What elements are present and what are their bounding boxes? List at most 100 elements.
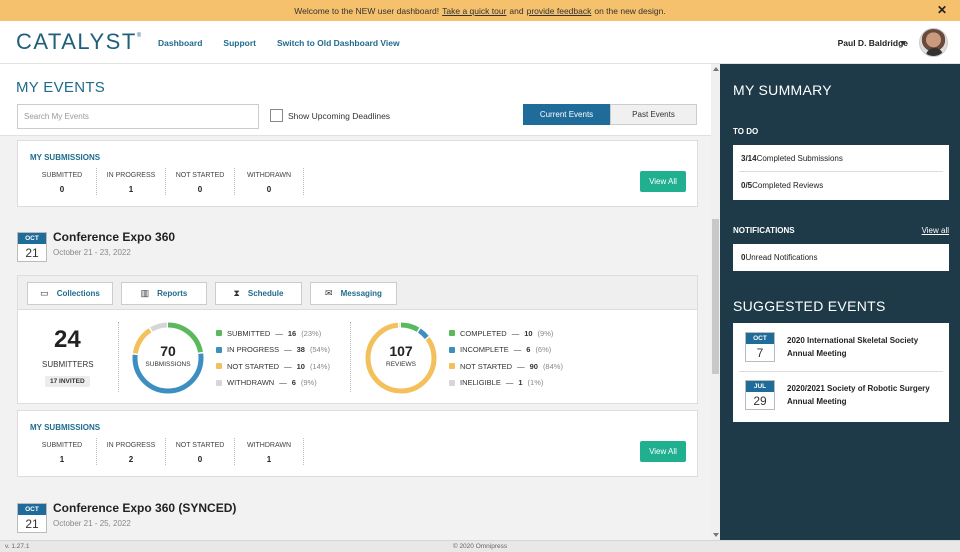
date-badge: OCT 21 xyxy=(17,503,47,533)
summary-sidebar: MY SUMMARY TO DO 3/14 Completed Submissi… xyxy=(720,64,960,540)
date-badge: OCT 21 xyxy=(17,232,47,262)
legend-item: WITHDRAWN —6 (9%) xyxy=(216,375,330,392)
scroll-up-icon[interactable] xyxy=(713,67,719,71)
tab-past-events[interactable]: Past Events xyxy=(610,104,697,125)
stat-in-progress: IN PROGRESS 1 xyxy=(97,168,166,195)
legend-swatch xyxy=(449,379,455,386)
submissions-stats: SUBMITTED 0 IN PROGRESS 1 NOT STARTED 0 WIT… xyxy=(28,168,304,195)
search-input[interactable] xyxy=(17,104,259,129)
summary-title: MY SUMMARY xyxy=(733,82,832,98)
suggested-event-title[interactable]: 2020/2021 Society of Robotic Surgery Ann… xyxy=(787,383,937,410)
view-all-button[interactable]: View All xyxy=(640,171,686,192)
upcoming-deadlines-toggle[interactable]: Show Upcoming Deadlines xyxy=(270,109,390,122)
nav-old-dashboard[interactable]: Switch to Old Dashboard View xyxy=(277,38,400,48)
legend-swatch xyxy=(216,363,222,370)
invited-badge: 17 INVITED xyxy=(45,376,90,387)
hourglass-icon: ⧗ xyxy=(233,288,240,298)
legend-item: NOT STARTED —10 (14%) xyxy=(216,358,330,375)
scrollbar[interactable] xyxy=(711,64,720,540)
envelope-icon: ✉ xyxy=(325,288,333,298)
avatar[interactable] xyxy=(919,28,948,57)
stat-submitted: SUBMITTED 1 xyxy=(28,438,97,465)
legend-swatch xyxy=(216,346,222,353)
date-badge: OCT 7 xyxy=(745,332,775,362)
copyright: © 2020 Omnipress xyxy=(452,543,508,550)
user-name[interactable]: Paul D. Baldridge xyxy=(838,38,908,48)
submissions-legend: SUBMITTED —16 (23%) IN PROGRESS —38 (54%) NO… xyxy=(216,325,330,391)
event-dates: October 21 - 25, 2022 xyxy=(53,519,131,528)
event-actions-bar: ▭ Collections ▥ Reports ⧗ Schedule ✉ Messagi… xyxy=(17,275,698,310)
notifications-box: 0 Unread Notifications xyxy=(733,244,949,271)
suggested-events-box: OCT 7 2020 International Skeletal Society… xyxy=(733,323,949,422)
legend-item: IN PROGRESS —38 (54%) xyxy=(216,342,330,359)
stat-in-progress: IN PROGRESS 2 xyxy=(97,438,166,465)
catalyst-logo[interactable]: CATALYST® xyxy=(16,29,143,55)
suggested-event-title[interactable]: 2020 International Skeletal Society Annu… xyxy=(787,335,937,362)
submissions-card: MY SUBMISSIONS SUBMITTED 0 IN PROGRESS 1 N… xyxy=(17,140,698,207)
announcement-banner: Welcome to the NEW user dashboard! Take … xyxy=(0,0,960,21)
collections-button[interactable]: ▭ Collections xyxy=(27,282,113,305)
event-header[interactable]: OCT 21 Conference Expo 360 (SYNCED) Octo… xyxy=(17,501,236,533)
quick-tour-link[interactable]: Take a quick tour xyxy=(442,6,506,16)
scroll-thumb[interactable] xyxy=(712,219,719,374)
nav-support[interactable]: Support xyxy=(223,38,256,48)
provide-feedback-link[interactable]: provide feedback xyxy=(527,6,592,16)
divider xyxy=(118,322,119,392)
submissions-title: MY SUBMISSIONS xyxy=(30,423,101,432)
schedule-button[interactable]: ⧗ Schedule xyxy=(215,282,302,305)
notification-item[interactable]: 0 Unread Notifications xyxy=(739,244,943,271)
submissions-donut-label: SUBMISSIONS xyxy=(145,361,191,368)
legend-item: SUBMITTED —16 (23%) xyxy=(216,325,330,342)
page-title: MY EVENTS xyxy=(16,79,106,96)
folder-icon: ▭ xyxy=(40,288,49,298)
submissions-card: MY SUBMISSIONS SUBMITTED 1 IN PROGRESS 2 N… xyxy=(17,410,698,477)
chevron-down-icon[interactable] xyxy=(900,41,906,45)
scroll-down-icon[interactable] xyxy=(713,533,719,537)
todo-title: TO DO xyxy=(733,127,759,136)
legend-swatch xyxy=(216,379,222,386)
legend-swatch xyxy=(449,363,455,370)
todo-item[interactable]: 3/14 Completed Submissions xyxy=(739,145,943,172)
suggested-event[interactable]: JUL 29 2020/2021 Society of Robotic Surge… xyxy=(745,380,937,410)
deadlines-label: Show Upcoming Deadlines xyxy=(288,110,391,121)
divider xyxy=(739,371,943,372)
reviews-donut-label: REVIEWS xyxy=(386,361,416,368)
submissions-stats: SUBMITTED 1 IN PROGRESS 2 NOT STARTED 0 WIT… xyxy=(28,438,304,465)
reviews-legend: COMPLETED —10 (9%) INCOMPLETE —6 (6%) NOT ST… xyxy=(449,325,563,391)
banner-text-end: on the new design. xyxy=(594,5,666,16)
legend-swatch xyxy=(449,346,455,353)
event-header[interactable]: OCT 21 Conference Expo 360 October 21 - … xyxy=(17,230,175,262)
tab-current-events[interactable]: Current Events xyxy=(523,104,610,125)
reviews-total: 107 xyxy=(389,343,413,359)
todo-box: 3/14 Completed Submissions 0/5 Completed… xyxy=(733,145,949,200)
stat-not-started: NOT STARTED 0 xyxy=(166,438,235,465)
bar-chart-icon: ▥ xyxy=(140,288,150,298)
nav-dashboard[interactable]: Dashboard xyxy=(158,38,202,48)
legend-swatch xyxy=(216,330,222,337)
suggested-event[interactable]: OCT 7 2020 International Skeletal Society… xyxy=(745,332,937,362)
legend-item: NOT STARTED —90 (84%) xyxy=(449,358,563,375)
legend-item: COMPLETED —10 (9%) xyxy=(449,325,563,342)
view-all-notifications-link[interactable]: View all xyxy=(922,226,949,235)
reports-button[interactable]: ▥ Reports xyxy=(121,282,207,305)
submitters-count: 24 xyxy=(54,326,81,353)
event-name[interactable]: Conference Expo 360 xyxy=(53,230,175,244)
view-all-button[interactable]: View All xyxy=(640,441,686,462)
suggested-events-title: SUGGESTED EVENTS xyxy=(733,298,886,314)
submissions-total: 70 xyxy=(160,343,176,359)
messaging-button[interactable]: ✉ Messaging xyxy=(310,282,397,305)
stat-submitted: SUBMITTED 0 xyxy=(28,168,97,195)
submissions-title: MY SUBMISSIONS xyxy=(30,153,101,162)
event-stats: 24 SUBMITTERS 17 INVITED 70 SUBMISSIONS … xyxy=(17,310,698,404)
stat-withdrawn: WITHDRAWN 1 xyxy=(235,438,304,465)
divider xyxy=(350,322,351,392)
app-header: CATALYST® Dashboard Support Switch to Ol… xyxy=(0,21,960,64)
banner-text: Welcome to the NEW user dashboard! xyxy=(294,5,440,16)
deadlines-checkbox[interactable] xyxy=(270,109,283,122)
notifications-title: NOTIFICATIONS xyxy=(733,226,795,235)
close-icon[interactable]: ✕ xyxy=(937,3,947,17)
todo-item[interactable]: 0/5 Completed Reviews xyxy=(739,172,943,199)
legend-swatch xyxy=(449,330,455,337)
event-name[interactable]: Conference Expo 360 (SYNCED) xyxy=(53,501,236,515)
stat-withdrawn: WITHDRAWN 0 xyxy=(235,168,304,195)
